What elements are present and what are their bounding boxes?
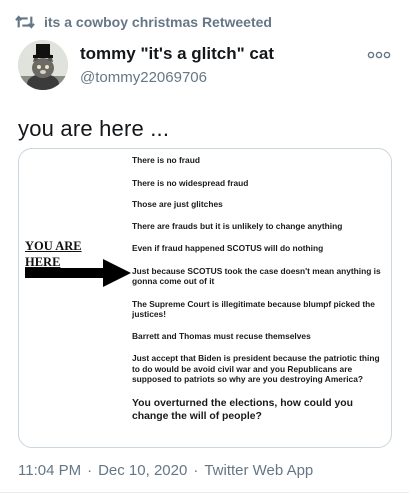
user-handle[interactable]: @tommy22069706 xyxy=(80,68,274,88)
separator: · xyxy=(87,462,93,479)
argument-list: There is no fraud There is no widespread… xyxy=(132,155,387,423)
argument-line: There is no widespread fraud xyxy=(132,177,249,188)
tweet-time[interactable]: 11:04 PM xyxy=(18,462,81,479)
retweet-icon xyxy=(15,15,35,29)
argument-line: There are frauds but it is unlikely to c… xyxy=(132,220,343,231)
argument-line: Barrett and Thomas must recuse themselve… xyxy=(132,330,311,341)
more-options-icon[interactable] xyxy=(367,48,391,62)
argument-line: There is no fraud xyxy=(132,155,200,165)
tweet-text: you are here ... xyxy=(18,116,170,141)
display-name[interactable]: tommy "it's a glitch" cat xyxy=(80,44,274,64)
avatar[interactable] xyxy=(18,40,68,90)
tweet-image[interactable]: YOU ARE HERE There is no fraud There is … xyxy=(18,148,392,448)
argument-line: The Supreme Court is illegitimate becaus… xyxy=(132,298,375,320)
tweet-date[interactable]: Dec 10, 2020 xyxy=(98,462,187,479)
tweet-timestamp: 11:04 PM · Dec 10, 2020 · Twitter Web App xyxy=(18,462,313,479)
retweet-context: its a cowboy christmas Retweeted xyxy=(14,10,272,34)
cat-in-top-hat-avatar-icon xyxy=(18,40,68,90)
argument-line: Even if fraud happened SCOTUS will do no… xyxy=(132,243,324,253)
you-are-here-line: YOU ARE xyxy=(25,239,82,253)
tweet-source[interactable]: Twitter Web App xyxy=(204,462,313,479)
argument-line: Those are just glitches xyxy=(132,199,223,209)
argument-line: Just because SCOTUS took the case doesn'… xyxy=(132,265,381,287)
meme-graphic: YOU ARE HERE There is no fraud There is … xyxy=(19,149,391,447)
retweet-label[interactable]: its a cowboy christmas Retweeted xyxy=(44,14,272,30)
argument-line: You overturned the elections, how could … xyxy=(132,397,353,422)
arrow-right-icon xyxy=(25,259,131,287)
tweet-author: tommy "it's a glitch" cat @tommy22069706 xyxy=(18,40,395,96)
separator: · xyxy=(193,462,199,479)
argument-line: Just accept that Biden is president beca… xyxy=(132,353,380,384)
divider xyxy=(0,492,409,493)
